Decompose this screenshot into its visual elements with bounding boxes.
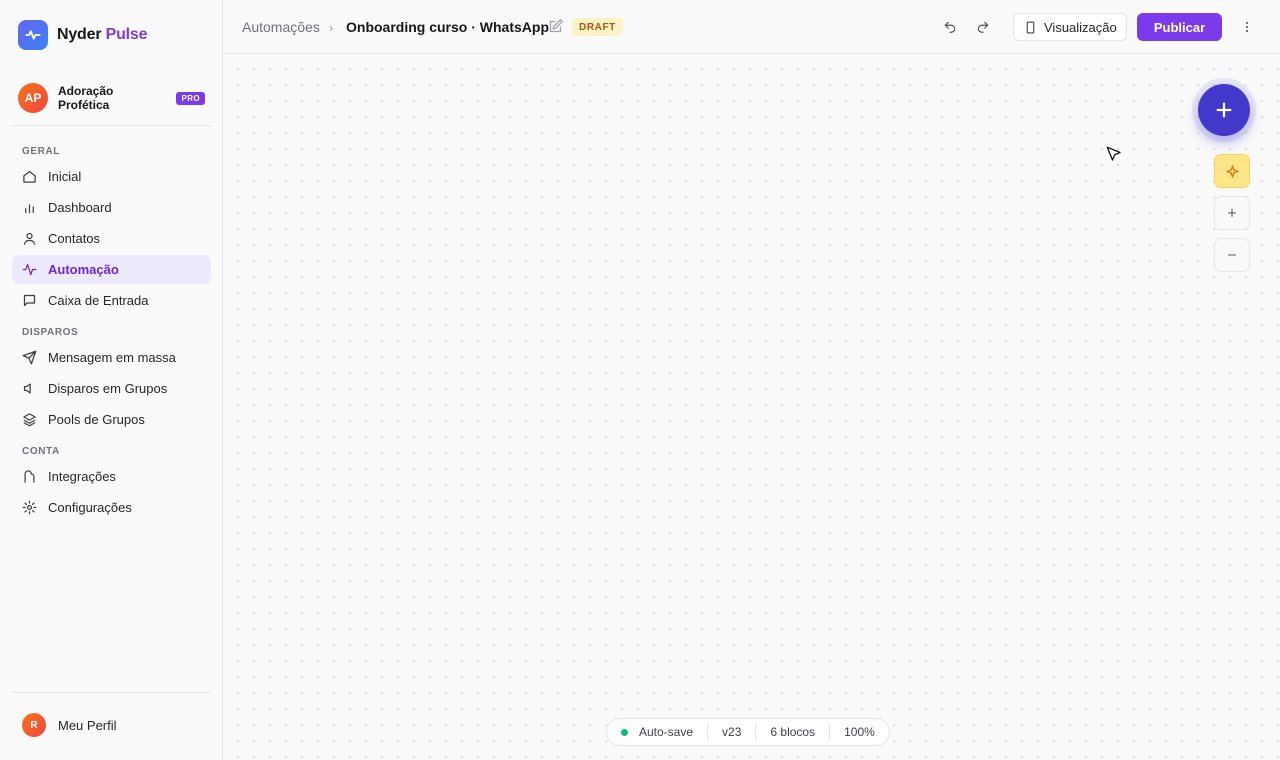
zoom-level: 100% — [844, 725, 875, 739]
sidebar-item-disparos-em-grupos[interactable]: Disparos em Grupos — [12, 374, 211, 403]
zoom-out-button[interactable] — [1214, 238, 1250, 272]
preview-button[interactable]: Visualização — [1013, 13, 1127, 41]
zoom-in-button[interactable] — [1214, 196, 1250, 230]
sidebar-item-label: Contatos — [48, 231, 101, 246]
page-title: Onboarding curso · WhatsApp — [346, 19, 549, 35]
sidebar-item-label: Integrações — [48, 469, 116, 484]
send-icon — [22, 350, 37, 365]
megaphone-icon — [23, 383, 31, 394]
activity-icon — [22, 263, 37, 276]
edit-icon[interactable] — [548, 19, 563, 34]
publish-button[interactable]: Publicar — [1137, 13, 1222, 41]
profile-label: Meu Perfil — [58, 717, 117, 733]
message-icon — [23, 294, 36, 307]
autosave-label: Auto-save — [639, 725, 694, 739]
sidebar-item-label: Pools de Grupos — [48, 412, 145, 427]
divider — [829, 725, 831, 739]
minus-icon — [1227, 254, 1237, 256]
breadcrumb-root[interactable]: Automações — [242, 0, 320, 54]
preview-label: Visualização — [1044, 19, 1117, 35]
avatar: R — [22, 713, 46, 737]
sidebar-profile[interactable]: R Meu Perfil — [12, 710, 211, 740]
sparkle-icon — [1225, 164, 1239, 178]
home-icon — [23, 170, 36, 183]
sidebar-item-mensagem-em-massa[interactable]: Mensagem em massa — [12, 343, 211, 372]
sidebar-item-label: Mensagem em massa — [48, 350, 176, 365]
sidebar-item-label: Disparos em Grupos — [48, 381, 168, 396]
brand-name: Nyder Pulse — [57, 26, 148, 43]
sidebar-item-integracoes[interactable]: Integrações — [12, 462, 211, 491]
sidebar-item-label: Caixa de Entrada — [48, 293, 149, 308]
add-block-button[interactable] — [1198, 84, 1250, 136]
sidebar-item-automacao[interactable]: Automação — [12, 255, 211, 284]
sidebar-item-configuracoes[interactable]: Configurações — [12, 493, 211, 522]
sidebar: Nyder Pulse AP Adoração Profética PRO GE… — [0, 0, 223, 760]
divider — [707, 725, 709, 739]
section-label-geral: GERAL — [22, 146, 60, 157]
sidebar-item-label: Configurações — [48, 500, 132, 515]
sidebar-item-inicial[interactable]: Inicial — [12, 162, 211, 191]
user-icon — [23, 232, 36, 245]
more-options-button[interactable] — [1235, 15, 1259, 39]
workspace-name: Adoração Profética — [58, 84, 114, 112]
brand[interactable]: Nyder Pulse — [18, 20, 148, 50]
sidebar-item-label: Automação — [48, 262, 119, 277]
plus-icon — [1216, 102, 1232, 118]
redo-icon — [977, 21, 989, 33]
plus-icon — [1227, 208, 1237, 218]
pulse-logo-icon — [18, 20, 48, 50]
sidebar-item-caixa-de-entrada[interactable]: Caixa de Entrada — [12, 286, 211, 315]
sidebar-item-pools-de-grupos[interactable]: Pools de Grupos — [12, 405, 211, 434]
block-count: 6 blocos — [770, 725, 816, 739]
ai-assistant-button[interactable] — [1214, 154, 1250, 188]
section-label-disparos: DISPAROS — [22, 327, 79, 338]
plug-icon — [24, 470, 35, 483]
divider — [755, 725, 757, 739]
gear-icon — [22, 500, 37, 515]
top-bar: Automações › Onboarding curso · WhatsApp… — [224, 0, 1280, 54]
breadcrumb-separator: › — [329, 19, 334, 35]
sidebar-item-label: Dashboard — [48, 200, 112, 215]
sidebar-item-label: Inicial — [48, 169, 82, 184]
section-label-conta: CONTA — [22, 446, 60, 457]
version-label: v23 — [722, 725, 742, 739]
undo-button[interactable] — [938, 15, 962, 39]
divider — [12, 692, 211, 693]
status-bar: Auto-save v23 6 blocos 100% — [606, 718, 890, 746]
sidebar-item-dashboard[interactable]: Dashboard — [12, 193, 211, 222]
sidebar-item-contatos[interactable]: Contatos — [12, 224, 211, 253]
divider — [12, 125, 211, 126]
plan-badge: PRO — [176, 92, 205, 105]
autosave-status-dot — [621, 728, 628, 736]
status-badge: DRAFT — [572, 18, 623, 36]
smartphone-icon — [1026, 21, 1035, 33]
workspace-avatar: AP — [18, 83, 48, 113]
mouse-cursor-icon — [1106, 146, 1121, 161]
more-vertical-icon — [1245, 21, 1249, 33]
workspace-switcher[interactable]: AP Adoração Profética PRO — [12, 80, 211, 116]
flow-canvas[interactable]: Auto-save v23 6 blocos 100% — [224, 55, 1280, 760]
redo-button[interactable] — [971, 15, 995, 39]
bar-chart-icon — [25, 204, 34, 214]
undo-icon — [944, 21, 956, 33]
layers-icon — [23, 413, 36, 427]
